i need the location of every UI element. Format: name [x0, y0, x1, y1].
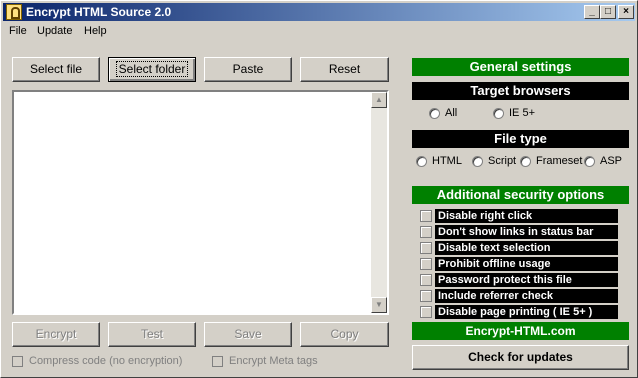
- website-link[interactable]: Encrypt-HTML.com: [412, 322, 629, 340]
- security-option-label: Disable page printing ( IE 5+ ): [435, 305, 618, 319]
- source-textarea[interactable]: ▲ ▼: [12, 90, 389, 315]
- radio-html-circle[interactable]: [416, 155, 427, 167]
- radio-html-label: HTML: [432, 155, 462, 167]
- radio-asp-label: ASP: [600, 155, 623, 167]
- title-bar[interactable]: Encrypt HTML Source 2.0 _ □ ×: [3, 3, 635, 21]
- security-checkbox[interactable]: [420, 226, 432, 238]
- check-updates-label: Check for updates: [468, 350, 573, 364]
- radio-frameset[interactable]: Frameset: [520, 155, 582, 167]
- select-folder-button[interactable]: Select folder: [108, 57, 196, 82]
- test-button[interactable]: Test: [108, 322, 196, 347]
- compress-label: Compress code (no encryption): [29, 355, 183, 367]
- maximize-button[interactable]: □: [600, 5, 616, 19]
- lock-icon: [6, 4, 22, 20]
- radio-script-circle[interactable]: [472, 155, 483, 167]
- encrypt-meta-checkbox[interactable]: Encrypt Meta tags: [212, 355, 318, 367]
- scroll-down-icon[interactable]: ▼: [371, 297, 387, 313]
- select-file-button[interactable]: Select file: [12, 57, 100, 82]
- select-file-label: Select file: [29, 62, 83, 76]
- file-type-header: File type: [412, 130, 629, 148]
- close-button[interactable]: ×: [618, 5, 634, 19]
- security-option-label: Prohibit offline usage: [435, 257, 618, 271]
- copy-button[interactable]: Copy: [300, 322, 389, 347]
- security-checkbox[interactable]: [420, 306, 432, 318]
- radio-script-label: Script: [488, 155, 517, 167]
- security-option-label: Include referrer check: [435, 289, 618, 303]
- radio-ie5-label: IE 5+: [509, 107, 535, 119]
- select-folder-label: Select folder: [115, 61, 189, 77]
- app-window: Encrypt HTML Source 2.0 _ □ × File Updat…: [0, 0, 638, 378]
- menu-update[interactable]: Update: [37, 25, 72, 37]
- radio-script[interactable]: Script: [472, 155, 516, 167]
- reset-label: Reset: [328, 62, 361, 76]
- security-option-label: Disable right click: [435, 209, 618, 223]
- reset-button[interactable]: Reset: [300, 57, 389, 82]
- security-checkbox[interactable]: [420, 274, 432, 286]
- test-label: Test: [140, 327, 163, 341]
- target-browsers-header: Target browsers: [412, 82, 629, 100]
- check-updates-button[interactable]: Check for updates: [412, 345, 629, 370]
- radio-frameset-circle[interactable]: [520, 155, 531, 167]
- paste-button[interactable]: Paste: [204, 57, 292, 82]
- radio-ie5[interactable]: IE 5+: [493, 107, 535, 119]
- security-checkbox[interactable]: [420, 210, 432, 222]
- radio-asp[interactable]: ASP: [584, 155, 622, 167]
- encrypt-meta-checkbox-box[interactable]: [212, 355, 223, 367]
- menu-file[interactable]: File: [9, 25, 27, 37]
- vertical-scrollbar[interactable]: ▲ ▼: [371, 92, 387, 313]
- security-options-header: Additional security options: [412, 186, 629, 204]
- radio-all-label: All: [445, 107, 458, 119]
- security-option-label: Don't show links in status bar: [435, 225, 618, 239]
- security-option-label: Password protect this file: [435, 273, 618, 287]
- compress-checkbox-box[interactable]: [12, 355, 23, 367]
- encrypt-meta-label: Encrypt Meta tags: [229, 355, 318, 367]
- copy-label: Copy: [330, 327, 359, 341]
- general-settings-header: General settings: [412, 58, 629, 76]
- scroll-up-icon[interactable]: ▲: [371, 92, 387, 108]
- compress-checkbox[interactable]: Compress code (no encryption): [12, 355, 182, 367]
- radio-ie5-circle[interactable]: [493, 107, 504, 119]
- radio-asp-circle[interactable]: [584, 155, 595, 167]
- radio-frameset-label: Frameset: [536, 155, 583, 167]
- security-checkbox[interactable]: [420, 258, 432, 270]
- radio-all-circle[interactable]: [429, 107, 440, 119]
- encrypt-label: Encrypt: [35, 327, 77, 341]
- security-checkbox[interactable]: [420, 290, 432, 302]
- radio-all[interactable]: All: [429, 107, 457, 119]
- window-title: Encrypt HTML Source 2.0: [26, 5, 172, 19]
- minimize-button[interactable]: _: [584, 5, 600, 19]
- menu-help[interactable]: Help: [84, 25, 107, 37]
- radio-html[interactable]: HTML: [416, 155, 462, 167]
- security-checkbox[interactable]: [420, 242, 432, 254]
- paste-label: Paste: [232, 62, 264, 76]
- save-label: Save: [234, 327, 262, 341]
- security-option-label: Disable text selection: [435, 241, 618, 255]
- encrypt-button[interactable]: Encrypt: [12, 322, 100, 347]
- save-button[interactable]: Save: [204, 322, 292, 347]
